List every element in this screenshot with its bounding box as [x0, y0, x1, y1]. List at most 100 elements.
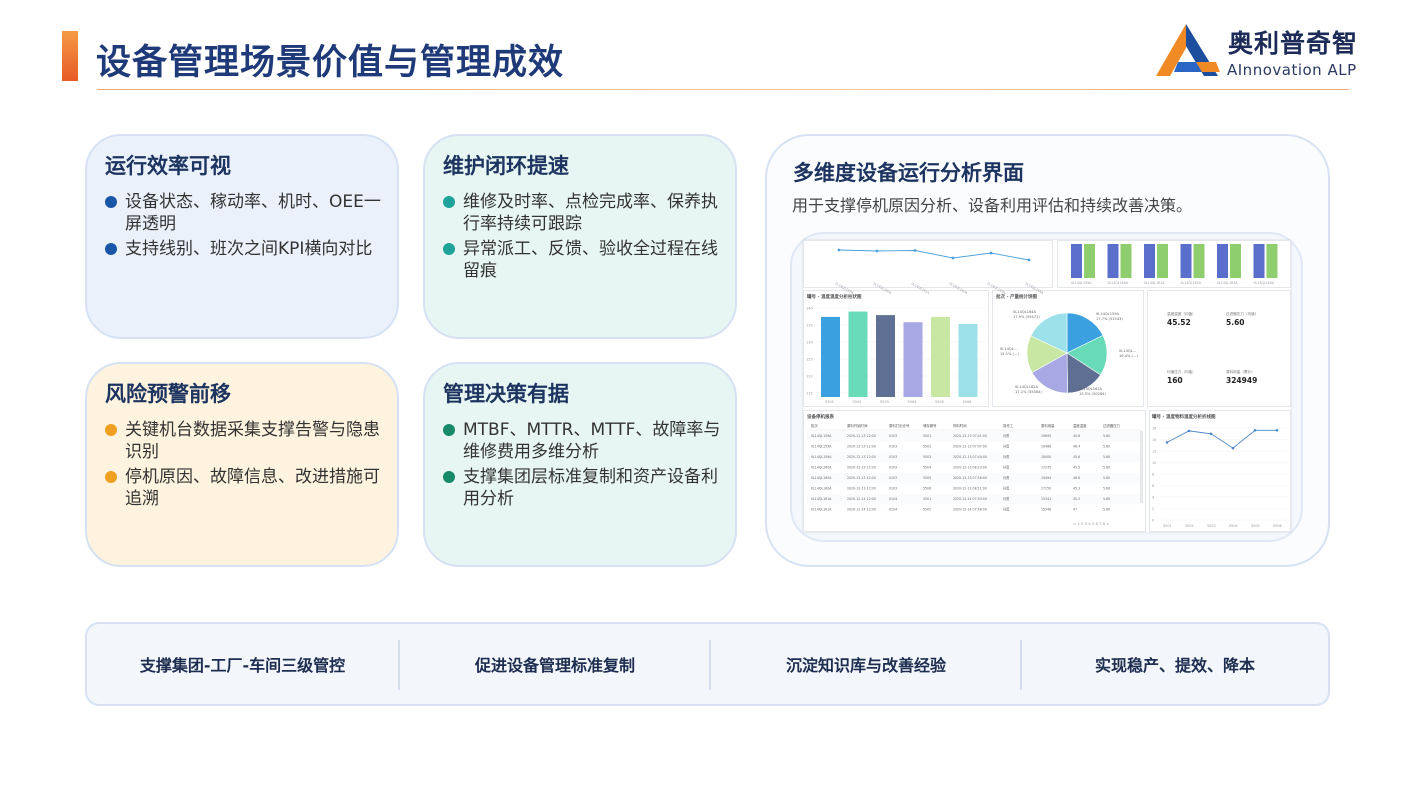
pie-slice-label: 0L14QL164A — [1013, 310, 1037, 314]
card-decision-support: 管理决策有据 MTBF、MTTR、MTTF、故障率与维修费用多维分析 支撑集团层标… — [423, 362, 737, 567]
table-cell: 2020-12-13 12:00 — [847, 455, 876, 459]
bar-category-label: 5506 — [963, 400, 972, 404]
table-cell: 2020-12-13 12:00 — [847, 466, 876, 470]
table-cell: 0103 — [889, 434, 897, 438]
table-scrollbar — [1140, 431, 1143, 503]
table-cell: 5504 — [923, 466, 931, 470]
bullet-text: 支持线别、班次之间KPI横向对比 — [125, 239, 373, 259]
bar-mark — [931, 316, 950, 397]
table-cell: 15341 — [1041, 497, 1051, 501]
bottom-value-bar: 支撑集团-工厂-车间三级管控 促进设备管理标准复制 沉淀知识库与改善经验 实现稳… — [85, 622, 1330, 706]
triangle-logo-icon — [1156, 24, 1220, 76]
bar-category-label: 5501 — [825, 400, 834, 404]
page-title: 设备管理场景价值与管理成效 — [96, 43, 565, 83]
grouped-bar — [1144, 244, 1155, 278]
bar-y-tick: 135 — [806, 324, 813, 328]
bullet-text: 异常派工、反馈、验收全过程在线留痕 — [463, 239, 718, 281]
kpi-value: 324949 — [1226, 376, 1257, 385]
bottom-item-results: 实现稳产、提效、降本 — [1094, 656, 1255, 675]
company-logo: 奥利普奇智 AInnovation ALP — [1156, 22, 1359, 80]
table-cell: 17150 — [1041, 487, 1051, 491]
table-cell: 46.4 — [1073, 445, 1080, 449]
pie-slice-label: 17.1% (55484) — [1015, 390, 1042, 394]
table-cell: 5506 — [923, 487, 931, 491]
table-header-cell: 温度温度 — [1073, 423, 1087, 428]
table-cell: 0103 — [889, 466, 897, 470]
table-cell: 2020-12-14 07:48:00 — [953, 508, 987, 512]
kpi-label: 过滤器压力（均值） — [1226, 311, 1258, 316]
table-cell: 2020-12-13 07:41:00 — [953, 434, 987, 438]
bullet-item: 关键机台数据采集支撑告警与隐患识别 — [105, 419, 383, 463]
bottom-item-knowledge: 沉淀知识库与改善经验 — [785, 656, 946, 675]
card-maintenance-loop: 维护闭环提速 维修及时率、点检完成率、保养执行率持续可跟踪 异常派工、反馈、验收全… — [423, 134, 737, 339]
bar-category-label: 5505 — [935, 400, 944, 404]
table-cell: 2020-12-14 12:00 — [847, 508, 876, 512]
line-y-tick: 2 — [1152, 507, 1154, 511]
table-cell: 2020-12-13 07:56:00 — [953, 476, 987, 480]
line-point — [1275, 429, 1279, 432]
line-category-label: 5501 — [1163, 524, 1172, 528]
table-cell: 2020-12-14 07:53:00 — [953, 497, 987, 501]
table-cell: 18400 — [1041, 455, 1051, 459]
bullet-item: 支持线别、班次之间KPI横向对比 — [105, 238, 383, 260]
table-cell: 2020-12-14 12:00 — [847, 497, 876, 501]
grouped-bar-label: 0L14QL161A — [1144, 281, 1165, 285]
kpi-label: 温度温度（均值） — [1167, 311, 1196, 316]
table-cell: 45.5 — [1073, 466, 1080, 470]
bullet-text: 设备状态、稼动率、机时、OEE一屏透明 — [125, 192, 381, 234]
line-y-tick: 6 — [1152, 484, 1154, 488]
grouped-bar — [1217, 244, 1228, 278]
grouped-bar-label: 0L14QL162A — [1181, 281, 1202, 285]
table-cell: 45.6 — [1073, 455, 1080, 459]
table-cell: 5.60 — [1103, 445, 1110, 449]
pie-slice-label: 17.7% (51543) — [1096, 317, 1123, 321]
bullet-text: 支撑集团层标准复制和资产设备利用分析 — [463, 467, 718, 509]
table-cell: 5.60 — [1103, 497, 1110, 501]
kpi-label: 原料用量（累计） — [1226, 369, 1255, 374]
bar-category-label: 5503 — [880, 400, 889, 404]
line-y-tick: 8 — [1152, 473, 1154, 477]
table-cell: 0L14QL161A — [811, 508, 832, 512]
table-cell: 2020-12-13 07:07:00 — [953, 445, 987, 449]
grouped-bar — [1253, 244, 1265, 278]
logo-chinese-name: 奥利普奇智 — [1228, 29, 1359, 58]
pie-slice-label: 17.9% (55471) — [1013, 315, 1040, 319]
bar-mark — [958, 324, 978, 397]
table-cell: 0L14QL160A — [811, 487, 832, 491]
bullet-text: MTBF、MTTR、MTTF、故障率与维修费用多维分析 — [463, 420, 721, 462]
bullet-dot-icon — [105, 471, 117, 483]
table-cell: 5.60 — [1103, 476, 1110, 480]
card-title: 维护闭环提速 — [443, 154, 569, 178]
analysis-panel-title: 多维度设备运行分析界面 — [793, 161, 1024, 185]
bar-mark — [876, 315, 895, 397]
bullet-dot-icon — [443, 243, 455, 255]
table-cell: 孙勇 — [1003, 454, 1009, 459]
table-cell: 2020-12-13 12:00 — [847, 445, 876, 449]
grouped-bar — [1230, 244, 1241, 278]
pie-slice-label: 0L14QL162A — [1015, 385, 1039, 389]
table-header-cell: 操作工 — [1003, 423, 1014, 428]
bar-mark — [903, 322, 923, 397]
dashboard-panel-frame — [1147, 290, 1291, 407]
table-cell: 孙勇 — [1003, 475, 1009, 480]
grouped-bar — [1180, 244, 1192, 278]
table-cell: 5501 — [923, 497, 931, 501]
table-cell: 0L14QL159A — [811, 445, 832, 449]
table-cell: 0104 — [889, 497, 897, 501]
card-title: 风险预警前移 — [105, 382, 231, 406]
table-cell: 5503 — [923, 455, 931, 459]
bullet-item: 设备状态、稼动率、机时、OEE一屏透明 — [105, 191, 383, 235]
bullet-list: 关键机台数据采集支撑告警与隐患识别 停机原因、故障信息、改进措施可追溯 — [105, 419, 383, 513]
table-cell: 2020-12-13 08:11:00 — [953, 487, 987, 491]
table-cell: 2020-12-13 07:40:00 — [953, 455, 987, 459]
line-y-tick: 4 — [1152, 496, 1154, 500]
dashboard-panel-frame — [803, 240, 1053, 288]
top-line-point — [913, 249, 917, 252]
table-header-cell: 停料时间 — [953, 423, 967, 428]
table-cell: 5.60 — [1103, 487, 1110, 491]
pie-slice-label: 15.1% (...) — [1000, 352, 1019, 356]
bullet-text: 停机原因、故障信息、改进措施可追溯 — [125, 467, 380, 509]
table-cell: 0L14QL160A — [811, 476, 832, 480]
table-cell: 5.60 — [1103, 508, 1110, 512]
line-category-label: 5502 — [1185, 524, 1194, 528]
